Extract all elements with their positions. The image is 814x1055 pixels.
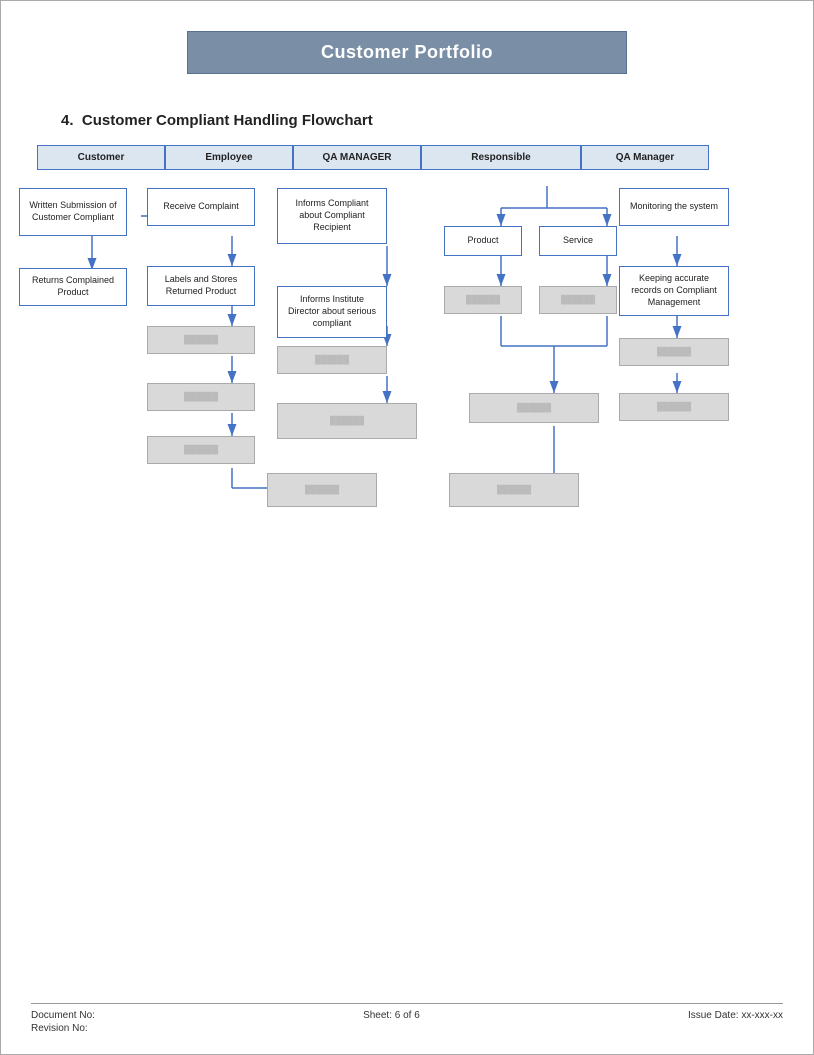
swimlane-headers: Customer Employee QA MANAGER Responsible…: [19, 145, 795, 170]
box-responsible-blurred-1: [444, 286, 522, 314]
page-header: Customer Portfolio: [1, 1, 813, 84]
box-keeping-accurate: Keeping accurate records on Compliant Ma…: [619, 266, 729, 316]
swimlane-header-responsible: Responsible: [421, 145, 581, 170]
flowchart-area: Customer Employee QA MANAGER Responsible…: [1, 145, 813, 538]
box-written-submission: Written Submission of Customer Compliant: [19, 188, 127, 236]
box-product: Product: [444, 226, 522, 256]
box-qamanager2-blurred-1: [619, 338, 729, 366]
section-title: 4. Customer Compliant Handling Flowchart: [1, 84, 813, 145]
swimlane-header-employee: Employee: [165, 145, 293, 170]
box-qa-blurred-2: [277, 403, 417, 439]
box-employee-blurred-2: [147, 383, 255, 411]
swimlane-header-qamanager2: QA Manager: [581, 145, 709, 170]
box-informs-institute: Informs Institute Director about serious…: [277, 286, 387, 338]
sheet-label: Sheet: 6 of 6: [363, 1010, 420, 1021]
document-no-label: Document No:: [31, 1010, 95, 1021]
footer-center: Sheet: 6 of 6: [363, 1010, 420, 1034]
box-employee-blurred-3: [147, 436, 255, 464]
page-footer: Document No: Revision No: Sheet: 6 of 6 …: [31, 1003, 783, 1034]
issue-date-label: Issue Date: xx-xxx-xx: [688, 1010, 783, 1021]
box-returns-complained: Returns Complained Product: [19, 268, 127, 306]
box-bottom-right: [449, 473, 579, 507]
box-responsible-blurred-2: [539, 286, 617, 314]
revision-no-label: Revision No:: [31, 1023, 95, 1034]
header-title: Customer Portfolio: [321, 42, 493, 62]
box-responsible-blurred-merged: [469, 393, 599, 423]
box-employee-blurred-1: [147, 326, 255, 354]
box-receive-complaint: Receive Complaint: [147, 188, 255, 226]
box-qa-blurred-1: [277, 346, 387, 374]
header-title-box: Customer Portfolio: [187, 31, 627, 74]
box-labels-stores: Labels and Stores Returned Product: [147, 266, 255, 306]
box-informs-compliant: Informs Compliant about Compliant Recipi…: [277, 188, 387, 244]
footer-right: Issue Date: xx-xxx-xx: [688, 1010, 783, 1034]
box-bottom-left: [267, 473, 377, 507]
box-qamanager2-blurred-2: [619, 393, 729, 421]
box-service: Service: [539, 226, 617, 256]
box-monitoring: Monitoring the system: [619, 188, 729, 226]
swimlane-header-customer: Customer: [37, 145, 165, 170]
flowchart-body: Written Submission of Customer Compliant…: [19, 178, 795, 538]
footer-left: Document No: Revision No:: [31, 1010, 95, 1034]
swimlane-header-qamanager: QA MANAGER: [293, 145, 421, 170]
